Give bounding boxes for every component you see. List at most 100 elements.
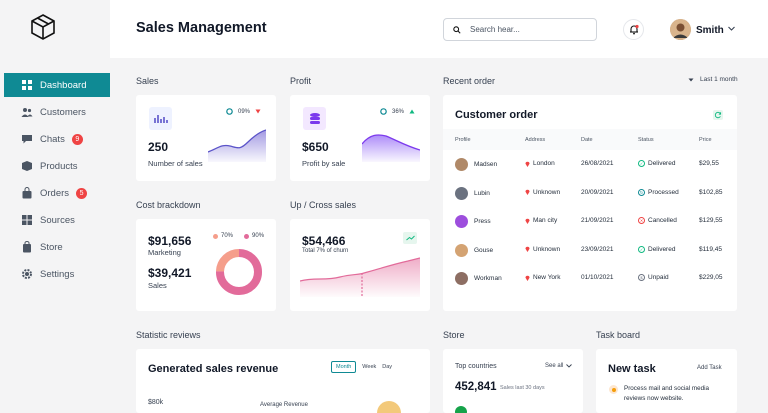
cost-label-sales: Sales [148, 281, 167, 290]
order-date: 01/10/2021 [581, 274, 614, 281]
store-icon [21, 241, 33, 253]
avatar [455, 158, 468, 171]
arrow-up-icon [409, 109, 415, 114]
see-all-label: See all [545, 363, 564, 369]
table-row[interactable]: Press Man city 21/09/2021 ✕ Cancelled $129,55 [443, 209, 737, 235]
chevron-down-icon[interactable] [727, 24, 736, 33]
sidebar-item-sources[interactable]: Sources [4, 208, 110, 232]
grid-icon [21, 79, 33, 91]
order-date: 26/08/2021 [581, 160, 614, 167]
tab-week[interactable]: Week [362, 364, 376, 370]
avatar [455, 272, 468, 285]
order-date: 23/09/2021 [581, 245, 614, 253]
status-label: Unpaid [648, 274, 669, 281]
count-badge: 9 [71, 133, 83, 145]
sidebar-item-chats[interactable]: Chats 9 [4, 127, 110, 151]
sidebar-item-label: Products [40, 160, 78, 172]
box-logo-icon [31, 14, 55, 40]
sidebar-item-orders[interactable]: Orders 5 [4, 181, 110, 205]
sales-section-title: Sales [136, 76, 159, 86]
sidebar-item-products[interactable]: Products [4, 154, 110, 178]
cost-section-title: Cost brackdown [136, 200, 201, 210]
customer-order-card: Customer order Profile Address Date Status P… [443, 95, 737, 311]
profit-card: 36% $650 Profit by sale [290, 95, 430, 181]
upsales-card: $54,466 Total 7% of churn [290, 219, 430, 311]
add-task-button[interactable]: Add Task [697, 365, 722, 371]
y-axis-tick: $80k [148, 399, 164, 406]
column-header-price: Price [699, 137, 712, 143]
sales-card: 09% 250 Number of sales [136, 95, 276, 181]
sidebar-item-label: Dashboard [40, 79, 87, 91]
sidebar-item-label: Customers [40, 106, 86, 118]
location-pin-icon [525, 218, 530, 224]
taskboard-section-title: Task board [596, 330, 641, 340]
column-header-address: Address [525, 137, 546, 143]
chart-legend-label: Average Revenue [260, 402, 308, 408]
coins-icon [303, 107, 326, 130]
status-icon: ✕ [638, 217, 645, 224]
profit-section-title: Profit [290, 76, 312, 86]
column-header-date: Date [581, 137, 593, 143]
status-label: Processed [648, 188, 679, 196]
sidebar-item-settings[interactable]: Settings [4, 262, 110, 286]
recent-section-title: Recent order [443, 76, 496, 86]
box-icon [21, 160, 33, 172]
status-icon: ✓ [638, 245, 645, 253]
column-header-status: Status [638, 137, 654, 143]
status-label: Delivered [648, 160, 676, 167]
table-row[interactable]: Workman New York 01/10/2021 $ Unpaid $229,05 [443, 266, 737, 292]
trend-up-icon [403, 232, 417, 244]
see-all-dropdown[interactable]: See all [545, 363, 573, 369]
search-placeholder: Search hear... [470, 25, 520, 34]
sales-pct: 09% [238, 108, 251, 115]
range-tabs: Month Week Day [331, 361, 392, 373]
sales-sparkline [208, 129, 266, 162]
avatar [455, 243, 468, 257]
refresh-icon[interactable] [713, 110, 723, 120]
upsales-label: Total 7% of churn [302, 248, 349, 254]
address: London [533, 160, 555, 167]
users-icon [21, 106, 33, 118]
avatar[interactable] [670, 19, 691, 40]
sidebar-item-label: Orders [40, 187, 70, 199]
sidebar-item-store[interactable]: Store [4, 235, 110, 259]
cost-card: $91,656 Marketing $39,421 Sales 70% 90% [136, 219, 276, 311]
statistic-card-title: Generated sales revenue [148, 363, 279, 375]
status-icon: ✓ [638, 160, 645, 167]
sidebar-item-dashboard[interactable]: Dashboard [4, 73, 110, 97]
tab-month[interactable]: Month [331, 361, 357, 373]
chat-icon [21, 133, 33, 145]
recent-filter-dropdown[interactable]: Last 1 month [688, 76, 738, 83]
cost-value-sales: $39,421 [148, 266, 192, 280]
location-pin-icon [525, 161, 530, 167]
count-badge: 5 [76, 187, 88, 199]
location-pin-icon [525, 275, 530, 281]
task-text: Process mail and social media reviews no… [624, 385, 710, 402]
status-icon: ↻ [638, 188, 645, 196]
sidebar-item-label: Sources [40, 214, 75, 226]
caret-down-icon [688, 78, 694, 81]
sales-chart-icon [149, 107, 172, 130]
table-row[interactable]: Gouse Unknown 23/09/2021 ✓ Delivered $119,45 [443, 238, 737, 264]
sources-icon [21, 214, 33, 226]
page-title: Sales Management [136, 20, 267, 36]
order-date: 20/09/2021 [581, 188, 614, 196]
address: Unknown [533, 188, 561, 196]
table-row[interactable]: Madsen London 26/08/2021 ✓ Delivered $29,55 [443, 152, 737, 178]
tab-day[interactable]: Day [382, 364, 392, 370]
username[interactable]: Smith [696, 25, 724, 36]
column-header-profile: Profile [455, 137, 471, 143]
status-icon: $ [638, 274, 645, 281]
notification-bell-icon[interactable] [623, 19, 644, 40]
search-input[interactable]: Search hear... [443, 18, 597, 41]
arrow-down-icon [255, 109, 261, 114]
status-label: Cancelled [648, 217, 677, 224]
table-row[interactable]: Lubin Unknown 20/09/2021 ↻ Processed $102,85 [443, 181, 737, 207]
profit-pct: 36% [392, 108, 405, 115]
avatar [455, 186, 468, 200]
profit-label: Profit by sale [302, 159, 346, 168]
cost-label-marketing: Marketing [148, 248, 181, 257]
sidebar-item-customers[interactable]: Customers [4, 100, 110, 124]
cost-legend-1: 70% [221, 233, 234, 239]
customer-order-title: Customer order [455, 109, 538, 121]
